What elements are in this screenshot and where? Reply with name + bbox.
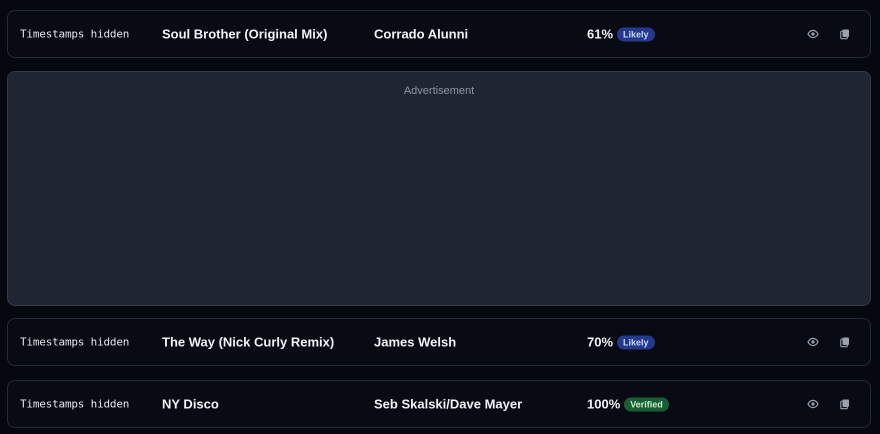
timestamp-label: Timestamps hidden	[20, 335, 130, 349]
status-badge: Likely	[617, 27, 655, 41]
confidence-group: 61% Likely	[587, 27, 655, 42]
copy-icon	[840, 399, 849, 410]
eye-icon	[807, 399, 819, 409]
track-row: Timestamps hidden Soul Brother (Original…	[7, 10, 871, 58]
view-button[interactable]	[804, 395, 822, 413]
track-row: Timestamps hidden The Way (Nick Curly Re…	[7, 318, 871, 366]
tracklist: Timestamps hidden Soul Brother (Original…	[0, 0, 880, 434]
advertisement-panel: Advertisement	[7, 71, 871, 306]
copy-button[interactable]	[836, 333, 854, 351]
timestamp-label: Timestamps hidden	[20, 27, 130, 41]
track-title: NY Disco	[162, 396, 219, 412]
status-badge: Likely	[617, 335, 655, 349]
track-title: Soul Brother (Original Mix)	[162, 26, 328, 42]
timestamp-label: Timestamps hidden	[20, 397, 130, 411]
view-button[interactable]	[804, 333, 822, 351]
confidence-group: 70% Likely	[587, 335, 655, 350]
view-button[interactable]	[804, 25, 822, 43]
confidence-percent: 70%	[587, 334, 614, 350]
advertisement-label: Advertisement	[403, 85, 475, 97]
track-artist: James Welsh	[374, 334, 457, 350]
eye-icon	[807, 337, 819, 347]
track-artist: Corrado Alunni	[374, 26, 469, 42]
track-artist: Seb Skalski/Dave Mayer	[374, 396, 523, 412]
copy-button[interactable]	[836, 25, 854, 43]
status-badge: Verified	[624, 397, 669, 411]
copy-button[interactable]	[836, 395, 854, 413]
eye-icon	[807, 29, 819, 39]
confidence-group: 100% Verified	[587, 397, 669, 412]
copy-icon	[840, 29, 849, 40]
copy-icon	[840, 337, 849, 348]
confidence-percent: 100%	[587, 396, 621, 412]
confidence-percent: 61%	[587, 26, 614, 42]
track-title: The Way (Nick Curly Remix)	[162, 334, 335, 350]
track-row: Timestamps hidden NY Disco Seb Skalski/D…	[7, 380, 871, 428]
